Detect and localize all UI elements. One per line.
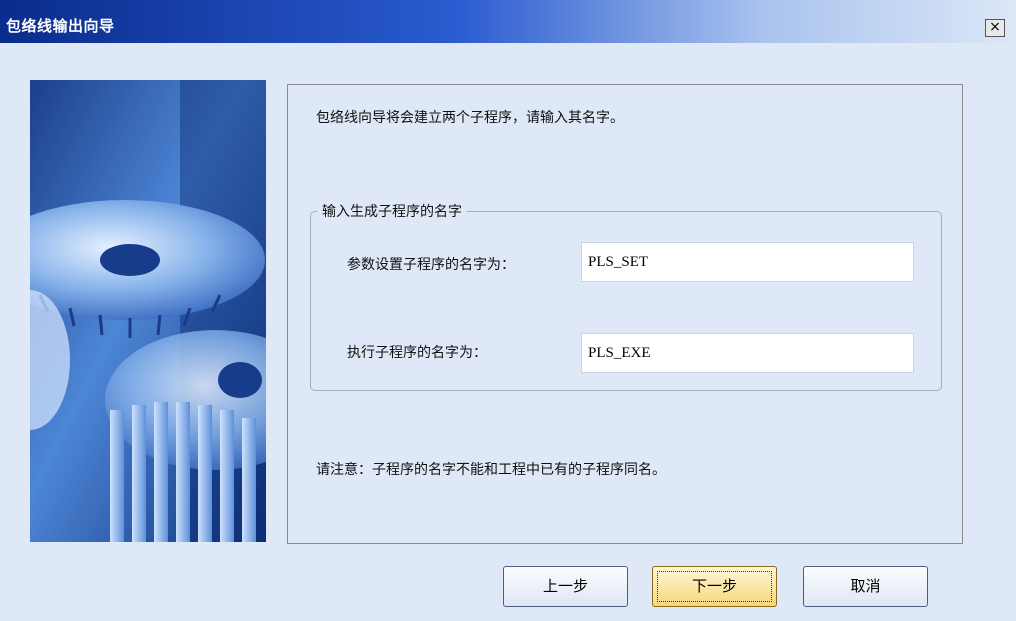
gears-image (30, 80, 266, 542)
gears-illustration (30, 80, 266, 542)
exe-name-label: 执行子程序的名字为： (347, 345, 487, 361)
close-icon: × (989, 19, 1001, 35)
close-button[interactable]: × (985, 19, 1005, 37)
title-bar: 包络线输出向导 × (0, 0, 1016, 43)
set-name-input[interactable]: PLS_SET (581, 242, 914, 282)
name-group: 输入生成子程序的名字 参数设置子程序的名字为： PLS_SET 执行子程序的名字… (310, 201, 942, 391)
main-panel: 包络线向导将会建立两个子程序，请输入其名字。 输入生成子程序的名字 参数设置子程… (287, 84, 963, 544)
window-title: 包络线输出向导 (6, 17, 115, 35)
cancel-button[interactable]: 取消 (803, 566, 928, 607)
back-button[interactable]: 上一步 (503, 566, 628, 607)
back-button-label: 上一步 (542, 577, 588, 595)
set-name-label: 参数设置子程序的名字为： (347, 257, 515, 273)
group-legend: 输入生成子程序的名字 (317, 201, 467, 221)
exe-name-input[interactable]: PLS_EXE (581, 333, 914, 373)
note-text: 请注意：子程序的名字不能和工程中已有的子程序同名。 (316, 462, 666, 478)
next-button[interactable]: 下一步 (652, 566, 777, 607)
intro-text: 包络线向导将会建立两个子程序，请输入其名字。 (316, 110, 624, 126)
focus-rect (657, 571, 772, 602)
cancel-button-label: 取消 (850, 577, 881, 595)
